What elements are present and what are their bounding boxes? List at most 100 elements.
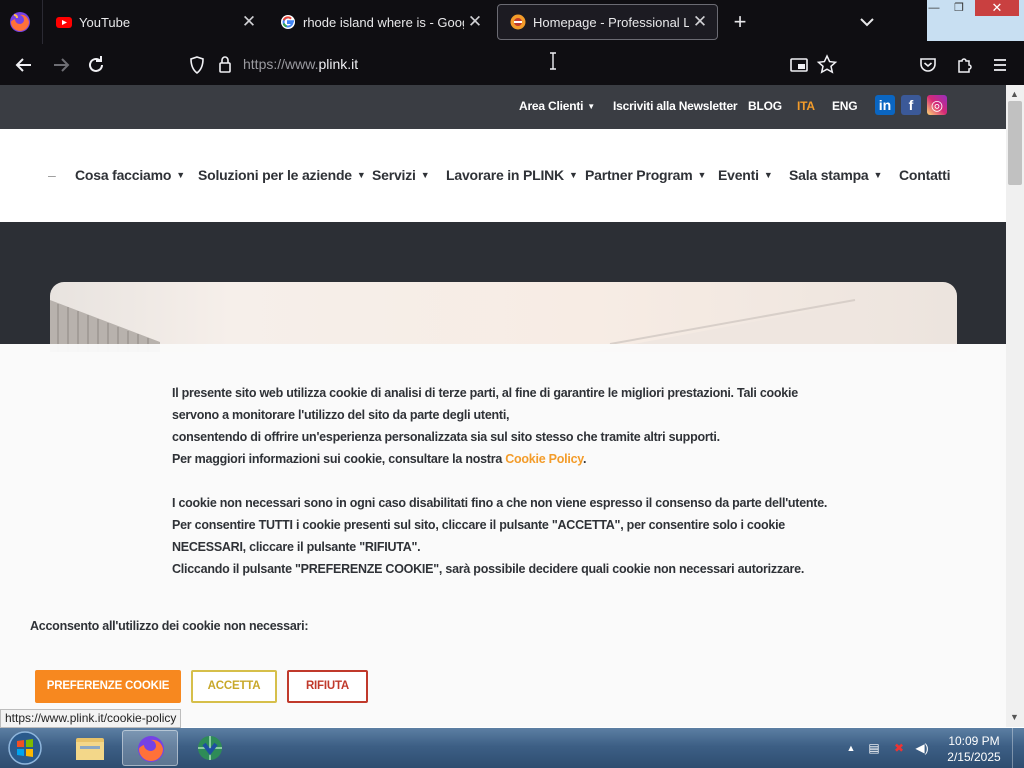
menu-item-label: Servizi [372,167,416,183]
menu-item-label: Soluzioni per le aziende [198,167,352,183]
chevron-down-icon: ▼ [356,170,366,180]
url-bar[interactable]: https://www.plink.it [243,56,358,72]
new-tab-button[interactable]: + [728,10,752,34]
youtube-icon [56,17,72,28]
scrollbar-thumb[interactable] [1008,101,1022,185]
accept-cookies-button[interactable]: ACCETTA [191,670,277,703]
start-button-icon[interactable] [4,730,46,766]
chevron-down-icon: ▼ [697,170,707,180]
tab-title: Homepage - Professional Link [533,14,689,30]
building-image [50,299,880,352]
newsletter-link[interactable]: Iscriviti alla Newsletter [613,99,738,113]
reject-cookies-button[interactable]: RIFIUTA [287,670,368,703]
menu-dash: – [48,167,56,183]
cookie-preferences-button[interactable]: PREFERENZE COOKIE [35,670,181,703]
menu-item-label: Contatti [899,167,951,183]
menu-item-partner-program[interactable]: Partner Program ▼ [585,167,706,183]
lock-icon[interactable] [212,52,238,78]
taskbar-network-app[interactable] [182,730,238,766]
hamburger-menu-icon[interactable] [987,52,1013,78]
window-controls: — ❐ ✕ [927,0,1024,41]
area-clienti-link[interactable]: Area Clienti ▼ [519,99,595,113]
forward-icon[interactable] [48,52,74,78]
chevron-down-icon: ▼ [587,102,596,111]
consent-label: Acconsento all'utilizzo dei cookie non n… [30,619,309,633]
cookie-policy-prefix: Per maggiori informazioni sui cookie, co… [172,452,506,466]
tab-title: YouTube [79,14,131,30]
tab-plink[interactable]: Homepage - Professional Link ✕ [497,4,718,40]
extensions-icon[interactable] [951,52,977,78]
scroll-up-icon[interactable]: ▲ [1010,89,1019,99]
lang-ita-link[interactable]: ITA [797,99,815,113]
cookie-policy-suffix: . [583,452,587,466]
blog-link[interactable]: BLOG [748,99,782,113]
folder-icon [76,738,104,760]
menu-item-label: Eventi [718,167,759,183]
browser-tab-bar: YouTube ✕ rhode island where is - Google… [0,0,1024,44]
main-navigation: – Cosa facciamo ▼ Soluzioni per le aziend… [0,129,1006,222]
close-window-icon[interactable]: ✕ [975,0,1019,16]
close-tab-icon[interactable]: ✕ [238,11,260,33]
site-top-bar: Area Clienti ▼ Iscriviti alla Newsletter … [0,85,1006,129]
menu-item-soluzioni[interactable]: Soluzioni per le aziende ▼ [198,167,366,183]
tab-youtube[interactable]: YouTube ✕ [44,4,266,40]
linkedin-icon[interactable]: in [875,95,895,115]
volume-icon[interactable]: ◀) [914,740,930,756]
area-clienti-label: Area Clienti [519,99,584,113]
page-scrollbar[interactable]: ▲ ▼ [1006,85,1024,727]
tab-google[interactable]: rhode island where is - Google ✕ [268,4,492,40]
lang-eng-link[interactable]: ENG [832,99,858,113]
taskbar-firefox[interactable] [122,730,178,766]
picture-in-picture-icon[interactable] [786,52,812,78]
chevron-down-icon: ▼ [873,170,883,180]
restore-icon[interactable]: ❐ [951,0,967,16]
cookie-paragraph: I cookie non necessari sono in ogni caso… [172,496,828,510]
google-icon [281,15,295,29]
system-clock[interactable]: 10:09 PM 2/15/2025 [944,733,1004,765]
back-icon[interactable] [11,52,37,78]
clock-time: 10:09 PM [948,734,1000,748]
close-tab-icon[interactable]: ✕ [464,11,486,33]
link-status-url: https://www.plink.it/cookie-policy [0,709,182,728]
menu-item-eventi[interactable]: Eventi ▼ [718,167,773,183]
browser-nav-bar: https://www.plink.it [0,44,1024,85]
pocket-icon[interactable] [915,52,941,78]
menu-item-sala-stampa[interactable]: Sala stampa ▼ [789,167,882,183]
reload-icon[interactable] [83,52,109,78]
action-center-icon[interactable]: ▤ [866,740,882,756]
show-hidden-icons[interactable]: ▲ [843,740,859,756]
clock-date: 2/15/2025 [947,750,1001,764]
menu-item-contatti[interactable]: Contatti [899,167,950,183]
instagram-icon[interactable]: ◎ [927,95,947,115]
bookmark-star-icon[interactable] [814,52,840,78]
cookie-policy-link[interactable]: Cookie Policy [505,452,583,466]
firefox-menu-icon[interactable] [8,10,32,34]
list-all-tabs-icon[interactable] [856,12,878,32]
cookie-notice-text: Il presente sito web utilizza cookie di … [172,382,832,580]
menu-item-cosa-facciamo[interactable]: Cosa facciamo ▼ [75,167,185,183]
menu-item-servizi[interactable]: Servizi ▼ [372,167,430,183]
menu-item-label: Lavorare in PLINK [446,167,564,183]
close-tab-icon[interactable]: ✕ [689,11,711,33]
firefox-icon [138,736,164,762]
chevron-down-icon: ▼ [763,170,773,180]
windows-taskbar: ▲ ▤ ✖ ◀) 10:09 PM 2/15/2025 [0,728,1024,768]
plink-favicon [510,14,526,30]
facebook-icon[interactable]: f [901,95,921,115]
taskbar-file-explorer[interactable] [62,730,118,766]
cookie-paragraph: Il presente sito web utilizza cookie di … [172,386,798,422]
minimize-icon[interactable]: — [927,0,941,16]
scroll-down-icon[interactable]: ▼ [1010,712,1019,722]
chevron-down-icon: ▼ [420,170,430,180]
tab-separator [42,0,43,44]
menu-item-label: Sala stampa [789,167,869,183]
network-error-icon[interactable]: ✖ [891,740,907,756]
cookie-paragraph: Per maggiori informazioni sui cookie, co… [172,448,832,470]
chevron-down-icon: ▼ [568,170,578,180]
show-desktop-button[interactable] [1012,728,1024,768]
menu-item-lavorare[interactable]: Lavorare in PLINK ▼ [446,167,578,183]
globe-download-icon [198,736,222,760]
url-prefix: https://www. [243,56,319,72]
tracking-protection-shield-icon[interactable] [184,52,210,78]
url-domain: plink.it [318,56,359,72]
